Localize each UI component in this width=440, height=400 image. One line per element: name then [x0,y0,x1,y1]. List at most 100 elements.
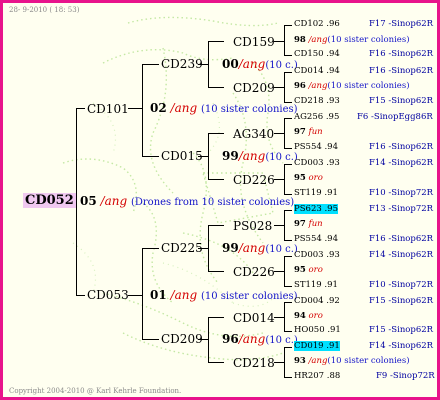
gen4-drone-origin: 93 /ang(10 sister colonies) [294,356,410,366]
gen4-drone-origin: 98 /ang(10 sister colonies) [294,35,410,45]
gen3-node[interactable]: PS028 [233,220,272,232]
gen4-drone-origin: 96 /ang(10 sister colonies) [294,81,410,91]
gen4-queen[interactable]: CD150 .94 [294,50,340,59]
gen3-node[interactable]: CD218 [233,357,275,369]
gen1-sire[interactable]: CD101 [87,103,129,115]
bee-number: 01 [150,288,167,302]
connector-line [208,133,209,180]
gen4-queen[interactable]: PS554 .94 [294,235,338,244]
gen3-node[interactable]: CD226 [233,266,275,278]
gen4-queen[interactable]: ST119 .91 [294,281,338,290]
connector-line [284,256,292,257]
gen4-ident: F15 -Sinop62R [369,96,434,106]
connector-line [284,118,292,119]
gen4-queen[interactable]: CD102 .96 [294,20,340,29]
connector-line [274,133,284,134]
gen4-queen[interactable]: HR207 .88 [294,372,340,381]
gen1-dam[interactable]: CD053 [87,289,129,301]
gen3-node[interactable]: CD226 [233,174,275,186]
gen2-node[interactable]: CD225 [161,242,203,254]
print-date: 28- 9-2010 ( 18: 53) [9,6,80,14]
connector-line [208,87,224,88]
gen4-queen[interactable]: CD004 .92 [294,297,340,306]
connector-line [274,317,284,318]
gen4-queen[interactable]: CD003 .93 [294,251,340,260]
connector-line [284,286,292,287]
sister-colonies-note: (10 c.) [265,60,298,71]
connector-line [208,271,224,272]
bee-number: 99 [222,149,239,163]
gen4-queen[interactable]: CD014 .94 [294,67,340,76]
connector-line [284,302,292,303]
connector-line [142,248,143,340]
gen4-ident: F16 -Sinop62R [369,49,434,59]
copyright-notice: Copyright 2004-2010 @ Karl Kehrle Founda… [9,387,182,395]
gen4-queen[interactable]: CD019 .91 [294,341,340,351]
gen2-node[interactable]: CD209 [161,333,203,345]
gen4-drone-origin: 97 fun [294,219,323,229]
gen4-queen[interactable]: HO050 .91 [294,326,341,335]
sister-colonies-note: (Drones from 10 sister colonies) [130,197,295,208]
connector-line [208,362,224,363]
bee-number: 02 [150,101,167,115]
gen4-queen[interactable]: PS554 .94 [294,143,338,152]
connector-line [284,118,285,149]
bee-number: 99 [222,241,239,255]
lang-marker: /ang [238,149,266,163]
connector-line [284,148,292,149]
gen4-queen[interactable]: ST119 .91 [294,189,338,198]
gen3-node[interactable]: CD014 [233,312,275,324]
gen4-ident: F13 -Sinop72R [369,204,434,214]
sister-colonies-note: (10 c.) [265,152,298,163]
connector-line [274,225,284,226]
connector-line [142,64,159,65]
gen4-ident: F14 -Sinop62R [369,341,434,351]
connector-line [284,55,292,56]
gen3-drone-origin: 99/ang(10 c.) [222,150,298,163]
gen2-node[interactable]: CD015 [161,150,203,162]
gen4-queen[interactable]: CD003 .93 [294,159,340,168]
connector-line [284,302,285,332]
bee-number: 96 [222,332,239,346]
gen4-ident: F15 -Sinop62R [369,325,434,335]
connector-line [284,25,285,56]
gen3-node[interactable]: CD209 [233,82,275,94]
gen4-ident: F10 -Sinop72R [369,188,434,198]
connector-line [284,164,292,165]
gen3-node[interactable]: AG340 [233,128,274,140]
connector-line [142,64,143,157]
lang-marker: /ang [238,332,266,346]
connector-line [208,225,209,272]
connector-line [274,179,284,180]
gen4-ident: F17 -Sinop62R [369,19,434,29]
gen4-ident: F10 -Sinop72R [369,280,434,290]
pedigree-frame: 28- 9-2010 ( 18: 53) Copyright 2004-2010… [0,0,440,400]
connector-line [284,210,292,211]
connector-line [284,331,292,332]
gen2-drone-origin-upper: 02 /ang (10 sister colonies) [150,102,298,115]
connector-line [208,133,224,134]
connector-line [284,72,292,73]
root-queen[interactable]: CD052 [23,193,76,208]
connector-line [274,87,284,88]
connector-line [76,295,85,296]
lang-marker: /ang [238,241,266,255]
connector-line [284,164,285,195]
sister-colonies-note: (10 c.) [265,335,298,346]
gen3-node[interactable]: CD159 [233,36,275,48]
connector-line [208,317,224,318]
gen4-drone-origin: 95 oro [294,173,323,183]
highlight-marker: PS623 .95 [294,204,339,214]
connector-line [208,317,209,363]
sister-colonies-note: (10 c.) [265,244,298,255]
gen4-queen[interactable]: CD218 .93 [294,97,340,106]
gen2-node[interactable]: CD239 [161,58,203,70]
connector-line [128,295,142,296]
lang-marker: /ang [100,194,128,208]
connector-line [284,256,285,287]
connector-line [284,347,285,378]
connector-line [284,377,292,378]
bee-number: 00 [222,57,239,71]
gen4-queen[interactable]: PS623 .95 [294,204,339,214]
gen4-queen[interactable]: AG256 .95 [294,113,339,122]
